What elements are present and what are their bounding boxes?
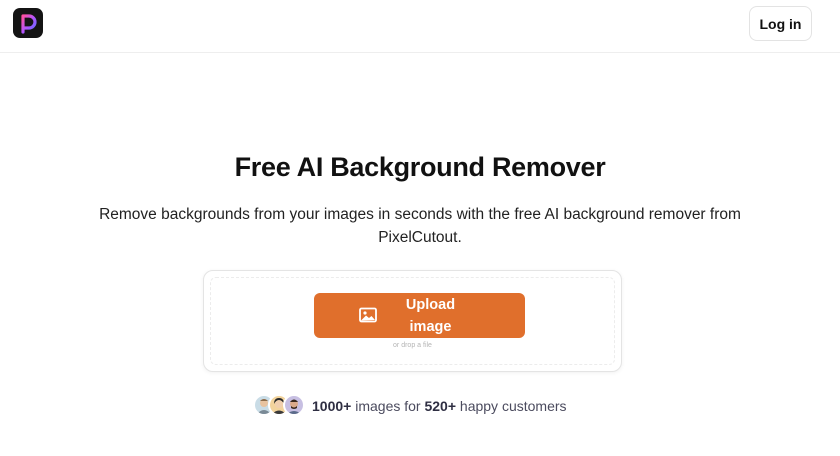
avatar bbox=[283, 394, 305, 416]
social-proof: 1000+ images for 520+ happy customers bbox=[253, 394, 567, 418]
top-bar: Log in bbox=[0, 0, 840, 53]
images-count: 1000+ bbox=[312, 398, 352, 414]
image-icon bbox=[359, 307, 377, 323]
customers-text: happy customers bbox=[456, 398, 567, 414]
social-proof-text: 1000+ images for 520+ happy customers bbox=[312, 398, 567, 414]
file-dropzone[interactable]: Upload image or drop a file bbox=[210, 277, 615, 365]
upload-image-button[interactable]: Upload image bbox=[314, 293, 525, 338]
upload-card: Upload image or drop a file bbox=[203, 270, 622, 372]
customers-count: 520+ bbox=[424, 398, 457, 414]
page-subtitle: Remove backgrounds from your images in s… bbox=[99, 206, 741, 246]
images-text: images for bbox=[351, 398, 425, 414]
drop-hint: or drop a file bbox=[393, 342, 432, 349]
page-title: Free AI Background Remover bbox=[234, 152, 606, 182]
upload-button-label: Upload image bbox=[405, 296, 456, 335]
pixelcutout-logo-icon[interactable] bbox=[13, 8, 43, 38]
login-button[interactable]: Log in bbox=[749, 6, 812, 41]
customer-avatars bbox=[253, 394, 306, 418]
